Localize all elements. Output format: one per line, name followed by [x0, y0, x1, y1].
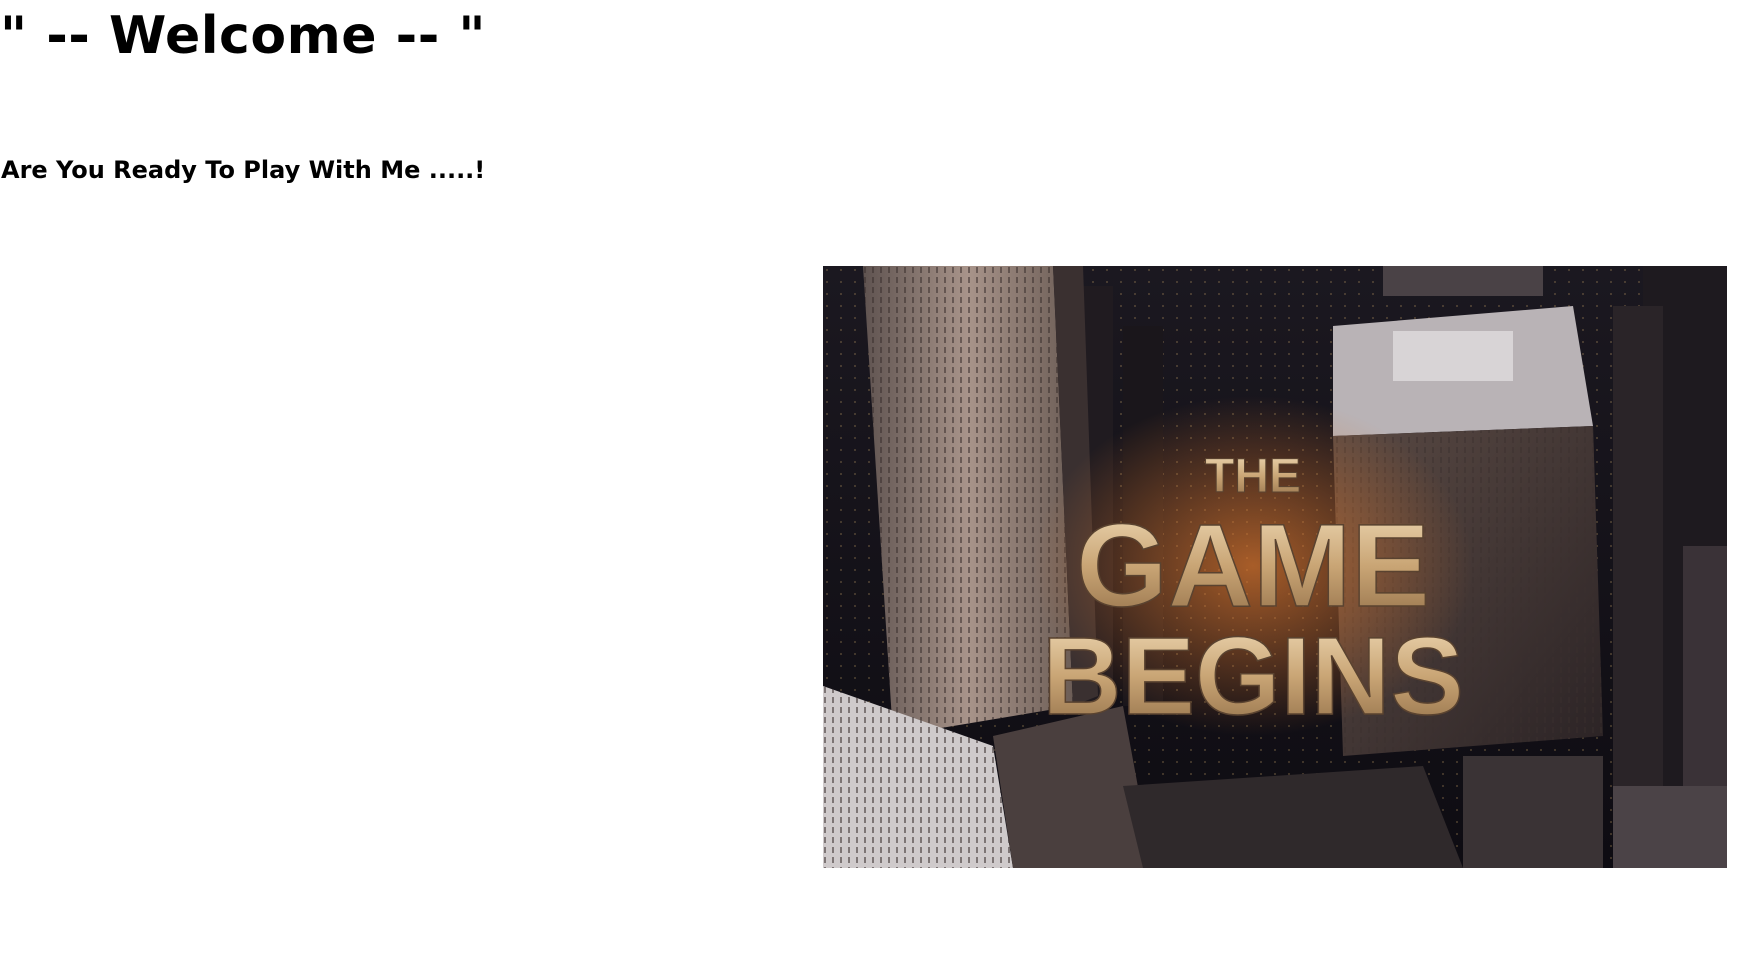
- page: " -- Welcome -- " Are You Ready To Play …: [0, 0, 1763, 959]
- ready-subheading: Are You Ready To Play With Me .....!: [1, 156, 486, 184]
- poster-line-begins: BEGINS: [1042, 615, 1464, 738]
- poster-line-game: GAME: [1076, 500, 1430, 632]
- poster-line-the: THE: [1205, 450, 1301, 503]
- game-begins-image: THE GAME BEGINS: [823, 266, 1727, 868]
- poster-artwork: THE GAME BEGINS: [823, 266, 1727, 868]
- welcome-heading: " -- Welcome -- ": [0, 6, 487, 66]
